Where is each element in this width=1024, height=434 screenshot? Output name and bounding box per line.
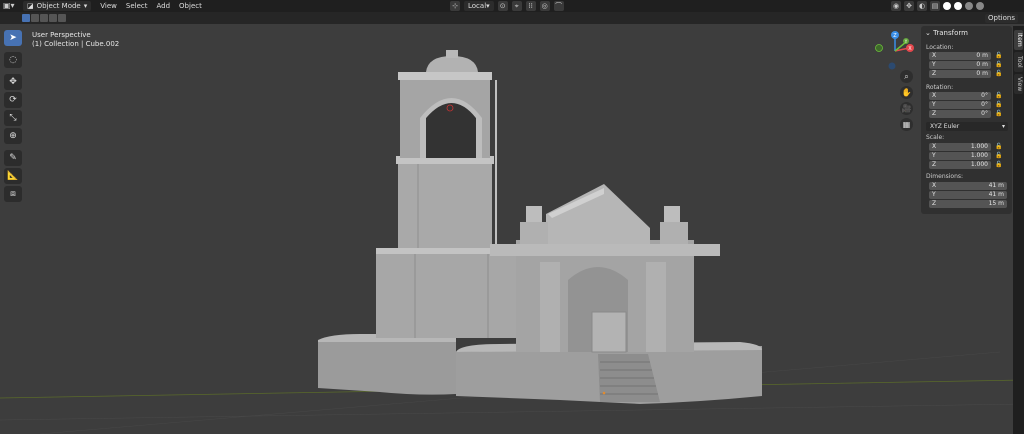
blender-window: ▣▾ ◪ Object Mode ▾ View Select Add Objec… bbox=[0, 0, 1024, 434]
lock-icon[interactable]: 🔓 bbox=[995, 110, 1002, 117]
add-cube-icon[interactable]: ⧈ bbox=[4, 186, 22, 202]
perspective-label: User Perspective bbox=[32, 31, 91, 39]
grid-perspective-icon[interactable]: ▦ bbox=[900, 118, 913, 131]
scale-z-field[interactable]: Z 1.000 bbox=[929, 161, 991, 169]
camera-view-icon[interactable]: 🎥 bbox=[900, 102, 913, 115]
transform-icon[interactable]: ⊕ bbox=[4, 128, 22, 144]
viewport-info: User Perspective (1) Collection | Cube.0… bbox=[32, 31, 119, 49]
dimensions-y-field[interactable]: Y 41 m bbox=[929, 191, 1007, 199]
scale-icon[interactable]: ⤡ bbox=[4, 110, 22, 126]
scale-y-field[interactable]: Y 1.000 bbox=[929, 152, 991, 160]
tab-item[interactable]: Item bbox=[1014, 30, 1023, 50]
scale-label: Scale: bbox=[926, 134, 945, 141]
chevron-down-icon: ⌄ bbox=[925, 29, 931, 37]
viewport-canvas[interactable] bbox=[0, 0, 1024, 434]
move-icon[interactable]: ✥ bbox=[4, 74, 22, 90]
gizmo-x-label: X bbox=[908, 46, 912, 52]
lock-icon[interactable]: 🔓 bbox=[995, 101, 1002, 108]
rotation-mode-label: XYZ Euler bbox=[930, 123, 960, 130]
rotation-x-field[interactable]: X 0° bbox=[929, 92, 991, 100]
cursor-icon[interactable]: ◌ bbox=[4, 52, 22, 68]
lock-icon[interactable]: 🔓 bbox=[995, 92, 1002, 99]
scale-x-field[interactable]: X 1.000 bbox=[929, 143, 991, 151]
measure-icon[interactable]: 📐 bbox=[4, 168, 22, 184]
dimensions-z-field[interactable]: Z 15 m bbox=[929, 200, 1007, 208]
lock-icon[interactable]: 🔓 bbox=[995, 161, 1002, 168]
select-box-tool[interactable]: ➤ bbox=[4, 30, 22, 46]
lock-icon[interactable]: 🔓 bbox=[995, 61, 1002, 68]
rotation-mode-select[interactable]: XYZ Euler ▾ bbox=[926, 122, 1008, 131]
pan-hand-icon[interactable]: ✋ bbox=[900, 86, 913, 99]
tool-shelf: ➤ ◌ ✥ ⟳ ⤡ ⊕ ✎ 📐 ⧈ bbox=[4, 30, 24, 202]
dimensions-label: Dimensions: bbox=[926, 173, 964, 180]
lock-icon[interactable]: 🔓 bbox=[995, 70, 1002, 77]
lock-icon[interactable]: 🔓 bbox=[995, 152, 1002, 159]
collection-label: (1) Collection | Cube.002 bbox=[32, 40, 120, 48]
zoom-icon[interactable]: ⌕ bbox=[900, 70, 913, 83]
tab-view[interactable]: View bbox=[1014, 74, 1023, 94]
annotate-icon[interactable]: ✎ bbox=[4, 150, 22, 166]
navigation-gizmo[interactable]: Z X Y bbox=[872, 28, 918, 74]
transform-panel: ⌄ Transform Location: X0 m Y0 m Z0 m 🔓 🔓… bbox=[921, 26, 1012, 214]
rotation-z-field[interactable]: Z 0° bbox=[929, 110, 991, 118]
rotation-y-field[interactable]: Y 0° bbox=[929, 101, 991, 109]
location-x-field[interactable]: X0 m bbox=[929, 52, 991, 60]
location-label: Location: bbox=[926, 44, 954, 51]
location-y-field[interactable]: Y0 m bbox=[929, 61, 991, 69]
chevron-down-icon: ▾ bbox=[1001, 123, 1005, 130]
location-z-field[interactable]: Z0 m bbox=[929, 70, 991, 78]
lock-icon[interactable]: 🔓 bbox=[995, 143, 1002, 150]
gizmo-y-label: Y bbox=[904, 39, 908, 44]
transform-panel-header[interactable]: ⌄ Transform bbox=[925, 29, 968, 37]
transform-title: Transform bbox=[933, 29, 968, 37]
sidebar-tabs: Item Tool View bbox=[1013, 26, 1024, 434]
rotate-icon[interactable]: ⟳ bbox=[4, 92, 22, 108]
dimensions-x-field[interactable]: X 41 m bbox=[929, 182, 1007, 190]
lock-icon[interactable]: 🔓 bbox=[995, 52, 1002, 59]
gizmo-z-label: Z bbox=[893, 33, 897, 39]
tab-tool[interactable]: Tool bbox=[1014, 52, 1023, 72]
rotation-label: Rotation: bbox=[926, 84, 954, 91]
